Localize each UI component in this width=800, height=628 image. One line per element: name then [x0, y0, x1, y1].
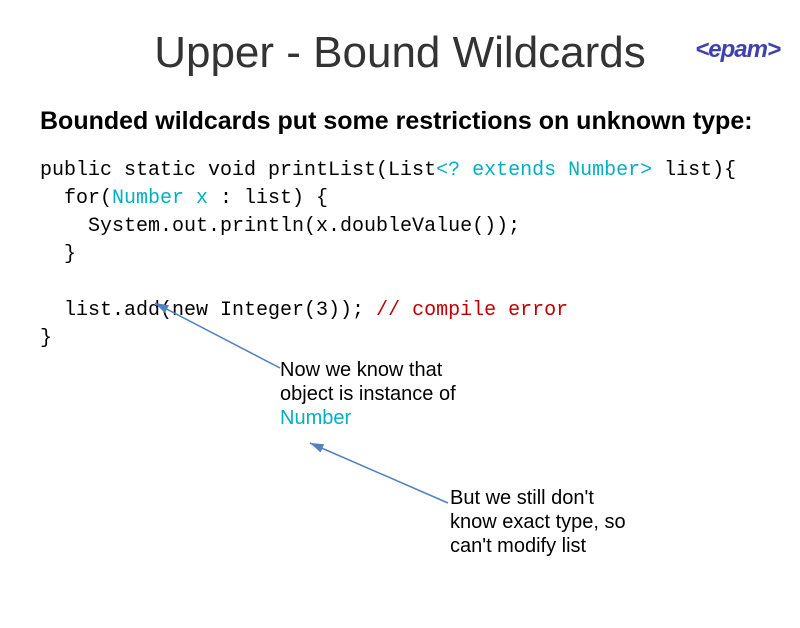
annotation-line: know exact type, so	[450, 510, 660, 534]
code-var: Number x	[112, 187, 208, 210]
annotation-modify: But we still don't know exact type, so c…	[450, 486, 660, 558]
annotation-line: Number	[280, 406, 520, 430]
code-text: list.add(new Integer(3));	[40, 299, 376, 322]
brand-logo: <epam>	[695, 36, 780, 64]
code-block: public static void printList(List<? exte…	[40, 157, 760, 353]
code-text: System.out.println(x.doubleValue());	[40, 215, 520, 238]
annotation-line: But we still don't	[450, 486, 660, 510]
code-text: : list) {	[208, 187, 328, 210]
code-text: list){	[652, 159, 736, 182]
annotation-line: can't modify list	[450, 534, 660, 558]
code-text: for(	[40, 187, 112, 210]
slide-subtitle: Bounded wildcards put some restrictions …	[40, 106, 760, 137]
code-text: }	[40, 243, 76, 266]
code-text: public static void printList(List	[40, 159, 436, 182]
code-text: }	[40, 327, 52, 350]
annotation-line: Now we know that	[280, 358, 520, 382]
slide-title: Upper - Bound Wildcards	[0, 28, 800, 78]
annotation-line: object is instance of	[280, 382, 520, 406]
arrow-line	[310, 443, 448, 503]
code-generic: <? extends Number>	[436, 159, 652, 182]
annotation-instance: Now we know that object is instance of N…	[280, 358, 520, 430]
code-comment: // compile error	[376, 299, 568, 322]
